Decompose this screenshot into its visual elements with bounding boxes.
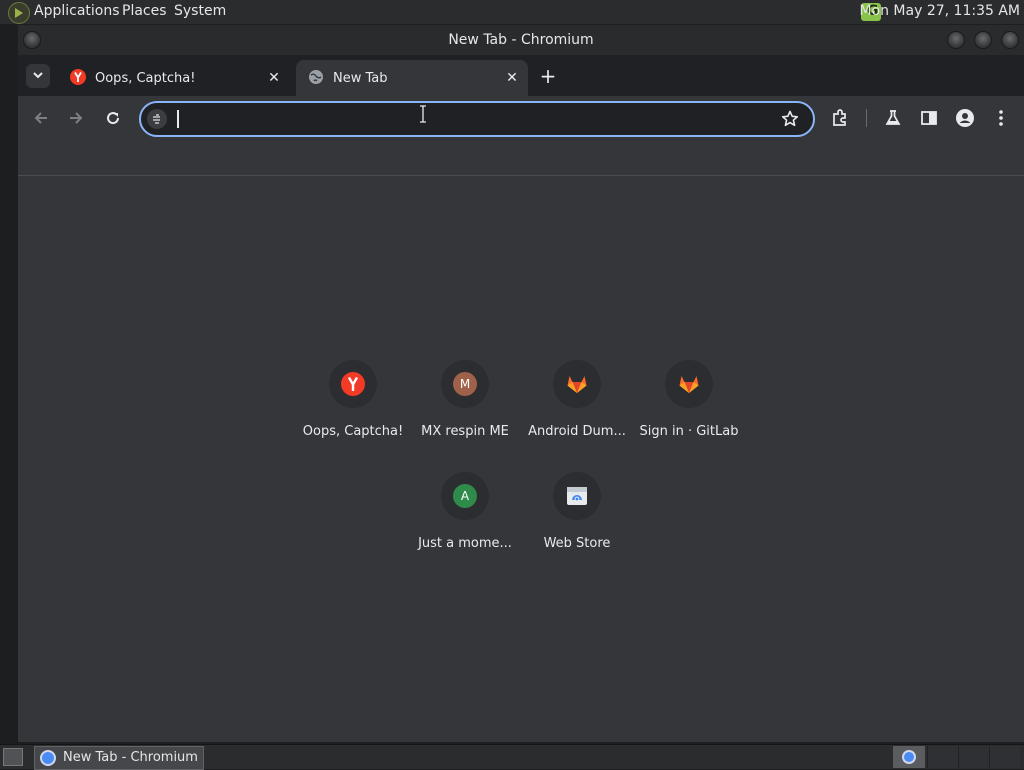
back-icon[interactable] xyxy=(31,108,51,128)
maximize-button[interactable] xyxy=(974,31,992,49)
browser-window: New Tab - Chromium Oops, Captcha! ✕ New … xyxy=(18,25,1024,742)
shortcut-label: Oops, Captcha! xyxy=(302,424,404,439)
shortcut-tile[interactable]: Oops, Captcha! xyxy=(297,352,409,452)
shortcut-tile[interactable]: A Just a mome... xyxy=(409,464,521,564)
chromium-icon xyxy=(40,750,56,766)
shortcut-tile[interactable]: Web Store xyxy=(521,464,633,564)
letter-icon: A xyxy=(453,484,477,508)
new-tab-page: Oops, Captcha! M MX respin ME Android Du… xyxy=(18,176,1024,742)
shortcut-label: Web Store xyxy=(543,536,611,551)
close-tab-icon[interactable]: ✕ xyxy=(265,69,283,87)
workspace-3[interactable] xyxy=(989,746,1020,768)
shortcut-label: Android Dum... xyxy=(528,424,626,439)
window-title: New Tab - Chromium xyxy=(448,32,594,48)
yandex-icon xyxy=(70,69,86,85)
shortcut-icon-bg xyxy=(553,472,601,520)
profile-icon[interactable] xyxy=(955,108,975,128)
shortcut-icon-bg xyxy=(665,360,713,408)
shortcut-icon-bg: A xyxy=(441,472,489,520)
letter-icon: M xyxy=(453,372,477,396)
menu-places[interactable]: Places xyxy=(122,3,167,19)
gitlab-icon xyxy=(567,376,587,393)
shortcut-label: Sign in · GitLab xyxy=(639,424,739,439)
toolbar xyxy=(18,96,1024,140)
bookmark-star-icon[interactable] xyxy=(780,109,800,129)
new-tab-button[interactable]: + xyxy=(537,65,559,87)
close-tab-icon[interactable]: ✕ xyxy=(503,69,521,87)
tab-label: Oops, Captcha! xyxy=(95,71,196,86)
shortcut-label: Just a mome... xyxy=(418,536,512,551)
tab-label: New Tab xyxy=(333,71,388,86)
shortcut-icon-bg xyxy=(329,360,377,408)
bookmarks-bar xyxy=(18,140,1024,176)
extensions-icon[interactable] xyxy=(830,108,850,128)
web-store-icon xyxy=(567,487,587,505)
labs-flask-icon[interactable] xyxy=(883,108,903,128)
globe-icon xyxy=(309,70,323,84)
chevron-down-icon xyxy=(33,72,43,79)
shortcut-icon-bg: M xyxy=(441,360,489,408)
address-input[interactable] xyxy=(179,105,743,133)
tab-new-tab[interactable]: New Tab ✕ xyxy=(296,60,528,96)
menu-system[interactable]: System xyxy=(174,3,226,19)
gitlab-icon xyxy=(679,376,699,393)
reload-icon[interactable] xyxy=(103,108,123,128)
site-info-icon[interactable] xyxy=(147,109,167,129)
workspace-1[interactable] xyxy=(927,746,958,768)
close-window-button[interactable] xyxy=(1001,31,1019,49)
omnibox[interactable] xyxy=(139,101,815,137)
shortcut-tile[interactable]: Sign in · GitLab xyxy=(633,352,745,452)
forward-icon[interactable] xyxy=(66,108,86,128)
shortcut-label: MX respin ME xyxy=(421,424,509,439)
shortcut-tile[interactable]: M MX respin ME xyxy=(409,352,521,452)
shortcut-icon-bg xyxy=(553,360,601,408)
tab-strip: Oops, Captcha! ✕ New Tab ✕ + xyxy=(18,55,1024,96)
toolbar-separator xyxy=(866,109,867,127)
shortcut-tile[interactable]: Android Dum... xyxy=(521,352,633,452)
taskbar: New Tab - Chromium xyxy=(0,744,1024,770)
taskbar-window-label: New Tab - Chromium xyxy=(63,750,198,765)
show-desktop-icon[interactable] xyxy=(3,748,23,766)
menu-applications[interactable]: Applications xyxy=(34,3,120,19)
tab-search-button[interactable] xyxy=(26,64,50,88)
tray-chromium-icon[interactable] xyxy=(893,746,925,768)
side-panel-icon[interactable] xyxy=(919,108,939,128)
mx-logo-icon[interactable] xyxy=(8,2,30,24)
top-panel: Applications Places System G Mon May 27,… xyxy=(0,0,1024,24)
text-cursor-icon xyxy=(420,105,426,123)
workspace-2[interactable] xyxy=(958,746,989,768)
menu-kebab-icon[interactable] xyxy=(991,108,1011,128)
yandex-icon xyxy=(341,372,365,396)
title-bar[interactable]: New Tab - Chromium xyxy=(18,25,1024,55)
tab-oops-captcha[interactable]: Oops, Captcha! ✕ xyxy=(58,60,290,96)
minimize-button[interactable] xyxy=(947,31,965,49)
clock[interactable]: Mon May 27, 11:35 AM xyxy=(859,3,1020,19)
taskbar-window-chromium[interactable]: New Tab - Chromium xyxy=(34,746,204,770)
